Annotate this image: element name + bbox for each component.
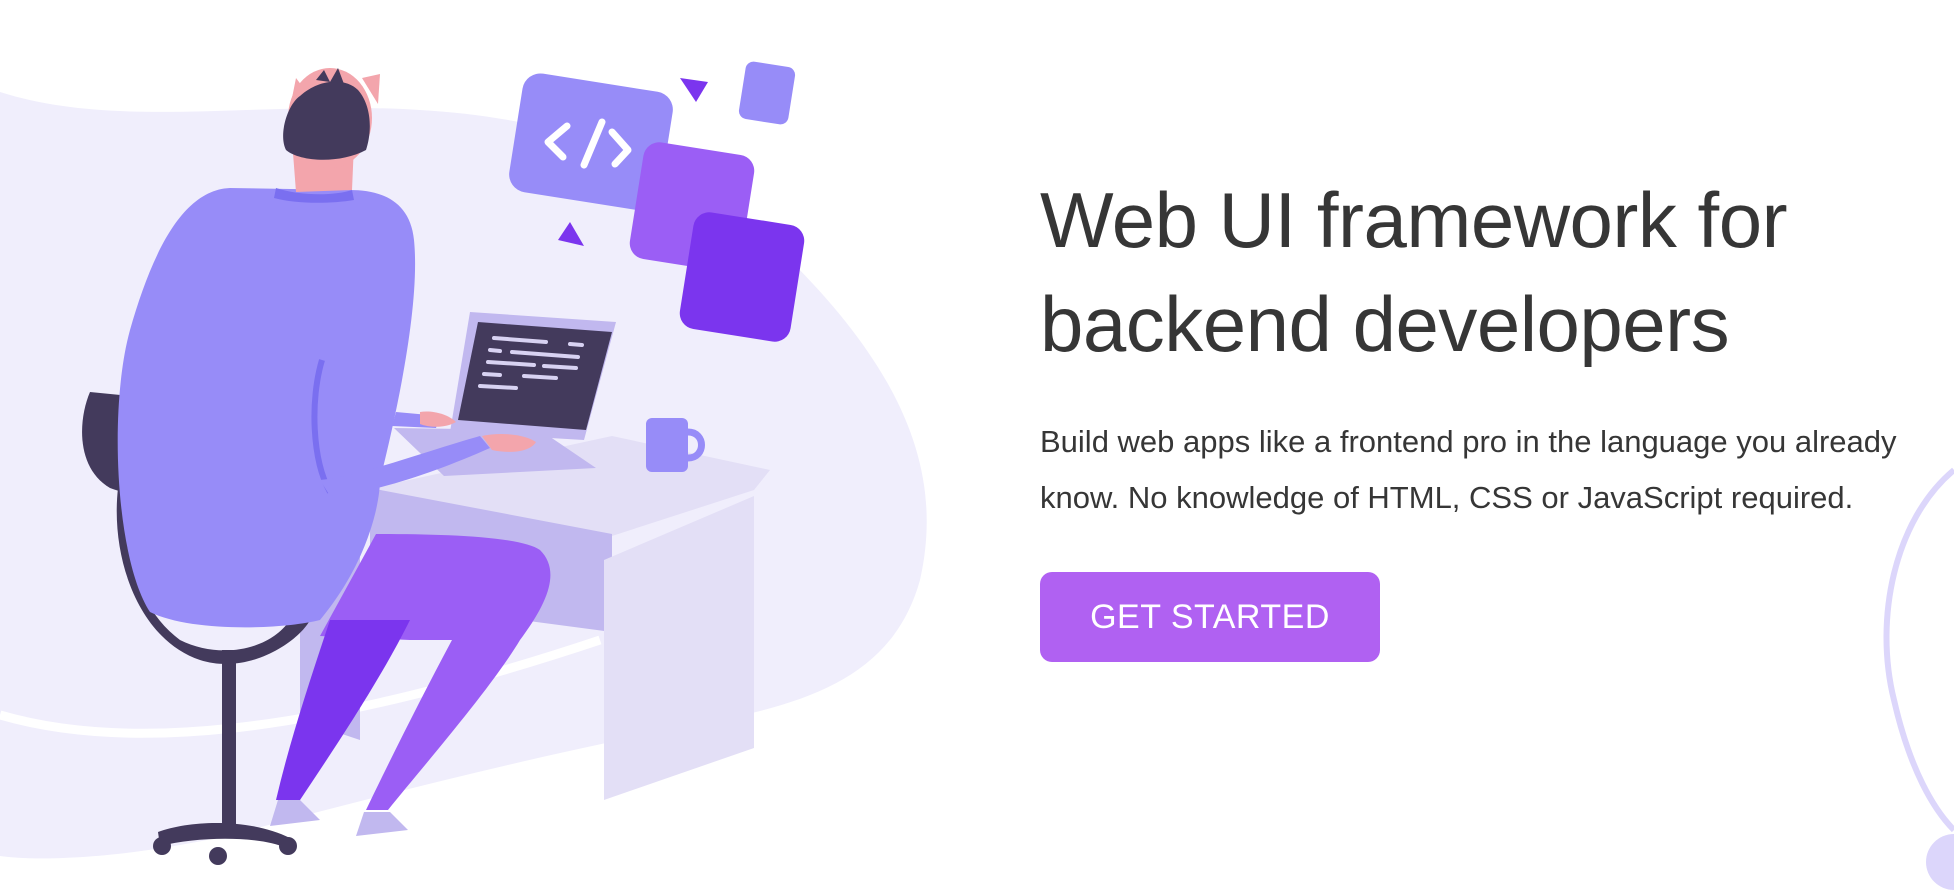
hero-illustration <box>0 61 927 865</box>
get-started-button[interactable]: GET STARTED <box>1040 572 1380 662</box>
hero-subtitle: Build web apps like a frontend pro in th… <box>1040 424 1897 515</box>
landing-page: Web UI framework for backend developers … <box>0 0 1954 894</box>
page-title: Web UI framework for backend developers <box>1040 176 1788 368</box>
floating-triangle <box>680 78 708 102</box>
floating-square <box>679 212 805 342</box>
hero-content: Web UI framework for backend developers … <box>1040 168 1940 662</box>
floating-square <box>738 61 796 125</box>
